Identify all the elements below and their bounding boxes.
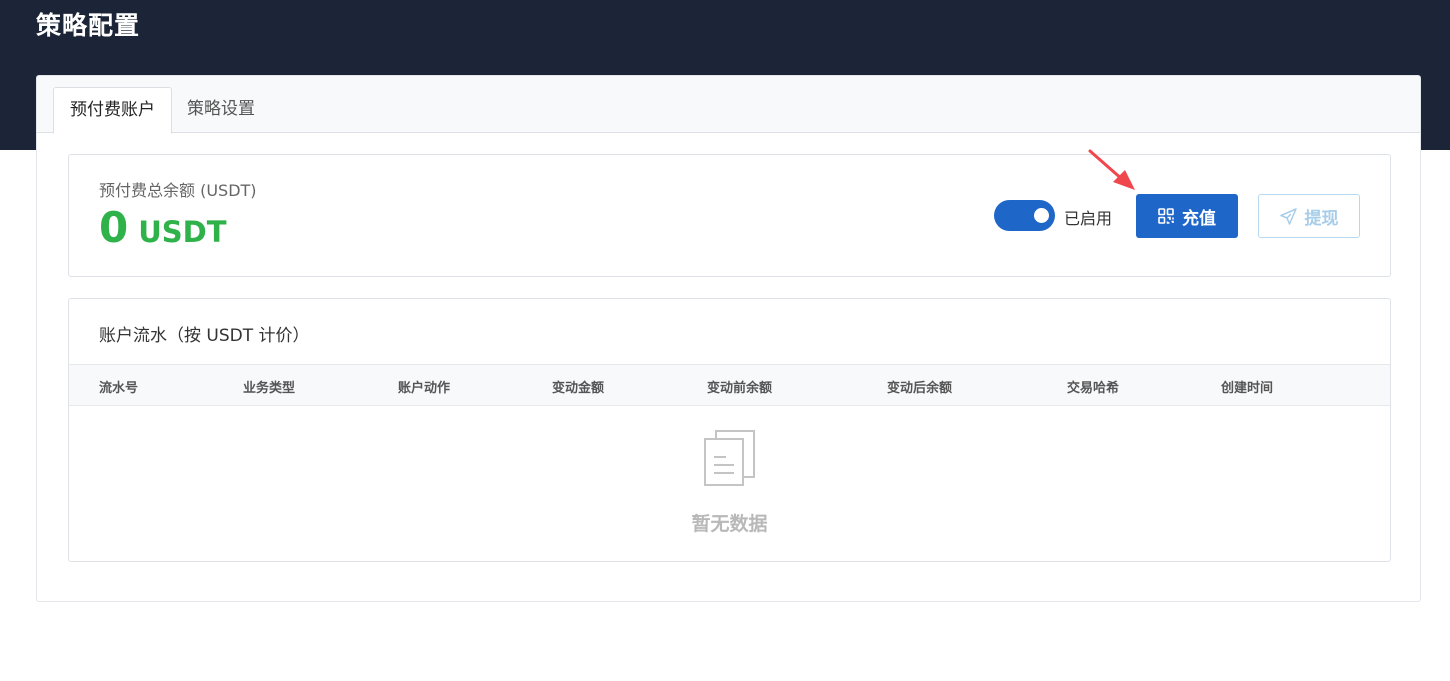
tab-bar: 预付费账户 策略设置 <box>37 76 1420 134</box>
ledger-title: 账户流水（按 USDT 计价） <box>99 326 310 346</box>
page-title: 策略配置 <box>36 11 141 40</box>
empty-text: 暂无数据 <box>691 513 768 535</box>
column-header-tx-hash[interactable]: 交易哈希 <box>1067 377 1119 396</box>
main-card: 预付费账户 策略设置 预付费总余额 (USDT) 0 USDT 已启用 充值 提… <box>36 75 1421 602</box>
balance-amount: 0 <box>99 203 129 252</box>
balance-label: 预付费总余额 (USDT) <box>99 181 257 200</box>
column-header-balance-after[interactable]: 变动后余额 <box>887 377 952 396</box>
tab-strategy-settings[interactable]: 策略设置 <box>171 87 271 134</box>
column-header-serial[interactable]: 流水号 <box>99 377 138 396</box>
balance-value: 0 USDT <box>99 203 227 252</box>
empty-documents-icon <box>702 429 758 487</box>
recharge-button[interactable]: 充值 <box>1136 194 1238 238</box>
tab-prepaid-account[interactable]: 预付费账户 <box>53 87 172 134</box>
table-header: 流水号 业务类型 账户动作 变动金额 变动前余额 变动后余额 交易哈希 创建时间 <box>69 364 1390 406</box>
balance-card: 预付费总余额 (USDT) 0 USDT 已启用 充值 提现 <box>68 154 1391 277</box>
column-header-change-amount[interactable]: 变动金额 <box>552 377 604 396</box>
qrcode-icon <box>1158 208 1174 224</box>
toggle-label: 已启用 <box>1064 209 1113 228</box>
withdraw-button[interactable]: 提现 <box>1258 194 1360 238</box>
column-header-business-type[interactable]: 业务类型 <box>243 377 295 396</box>
toggle-knob <box>1034 208 1049 223</box>
column-header-balance-before[interactable]: 变动前余额 <box>707 377 772 396</box>
empty-state: 暂无数据 <box>69 429 1390 536</box>
enable-toggle[interactable] <box>994 200 1055 231</box>
send-icon <box>1279 207 1297 225</box>
column-header-account-action[interactable]: 账户动作 <box>398 377 450 396</box>
ledger-card: 账户流水（按 USDT 计价） 流水号 业务类型 账户动作 变动金额 变动前余额… <box>68 298 1391 562</box>
balance-unit: USDT <box>138 215 227 249</box>
withdraw-label: 提现 <box>1304 208 1339 229</box>
recharge-label: 充值 <box>1182 208 1216 229</box>
column-header-created-time[interactable]: 创建时间 <box>1221 377 1273 396</box>
annotation-arrow-icon <box>1088 149 1135 190</box>
